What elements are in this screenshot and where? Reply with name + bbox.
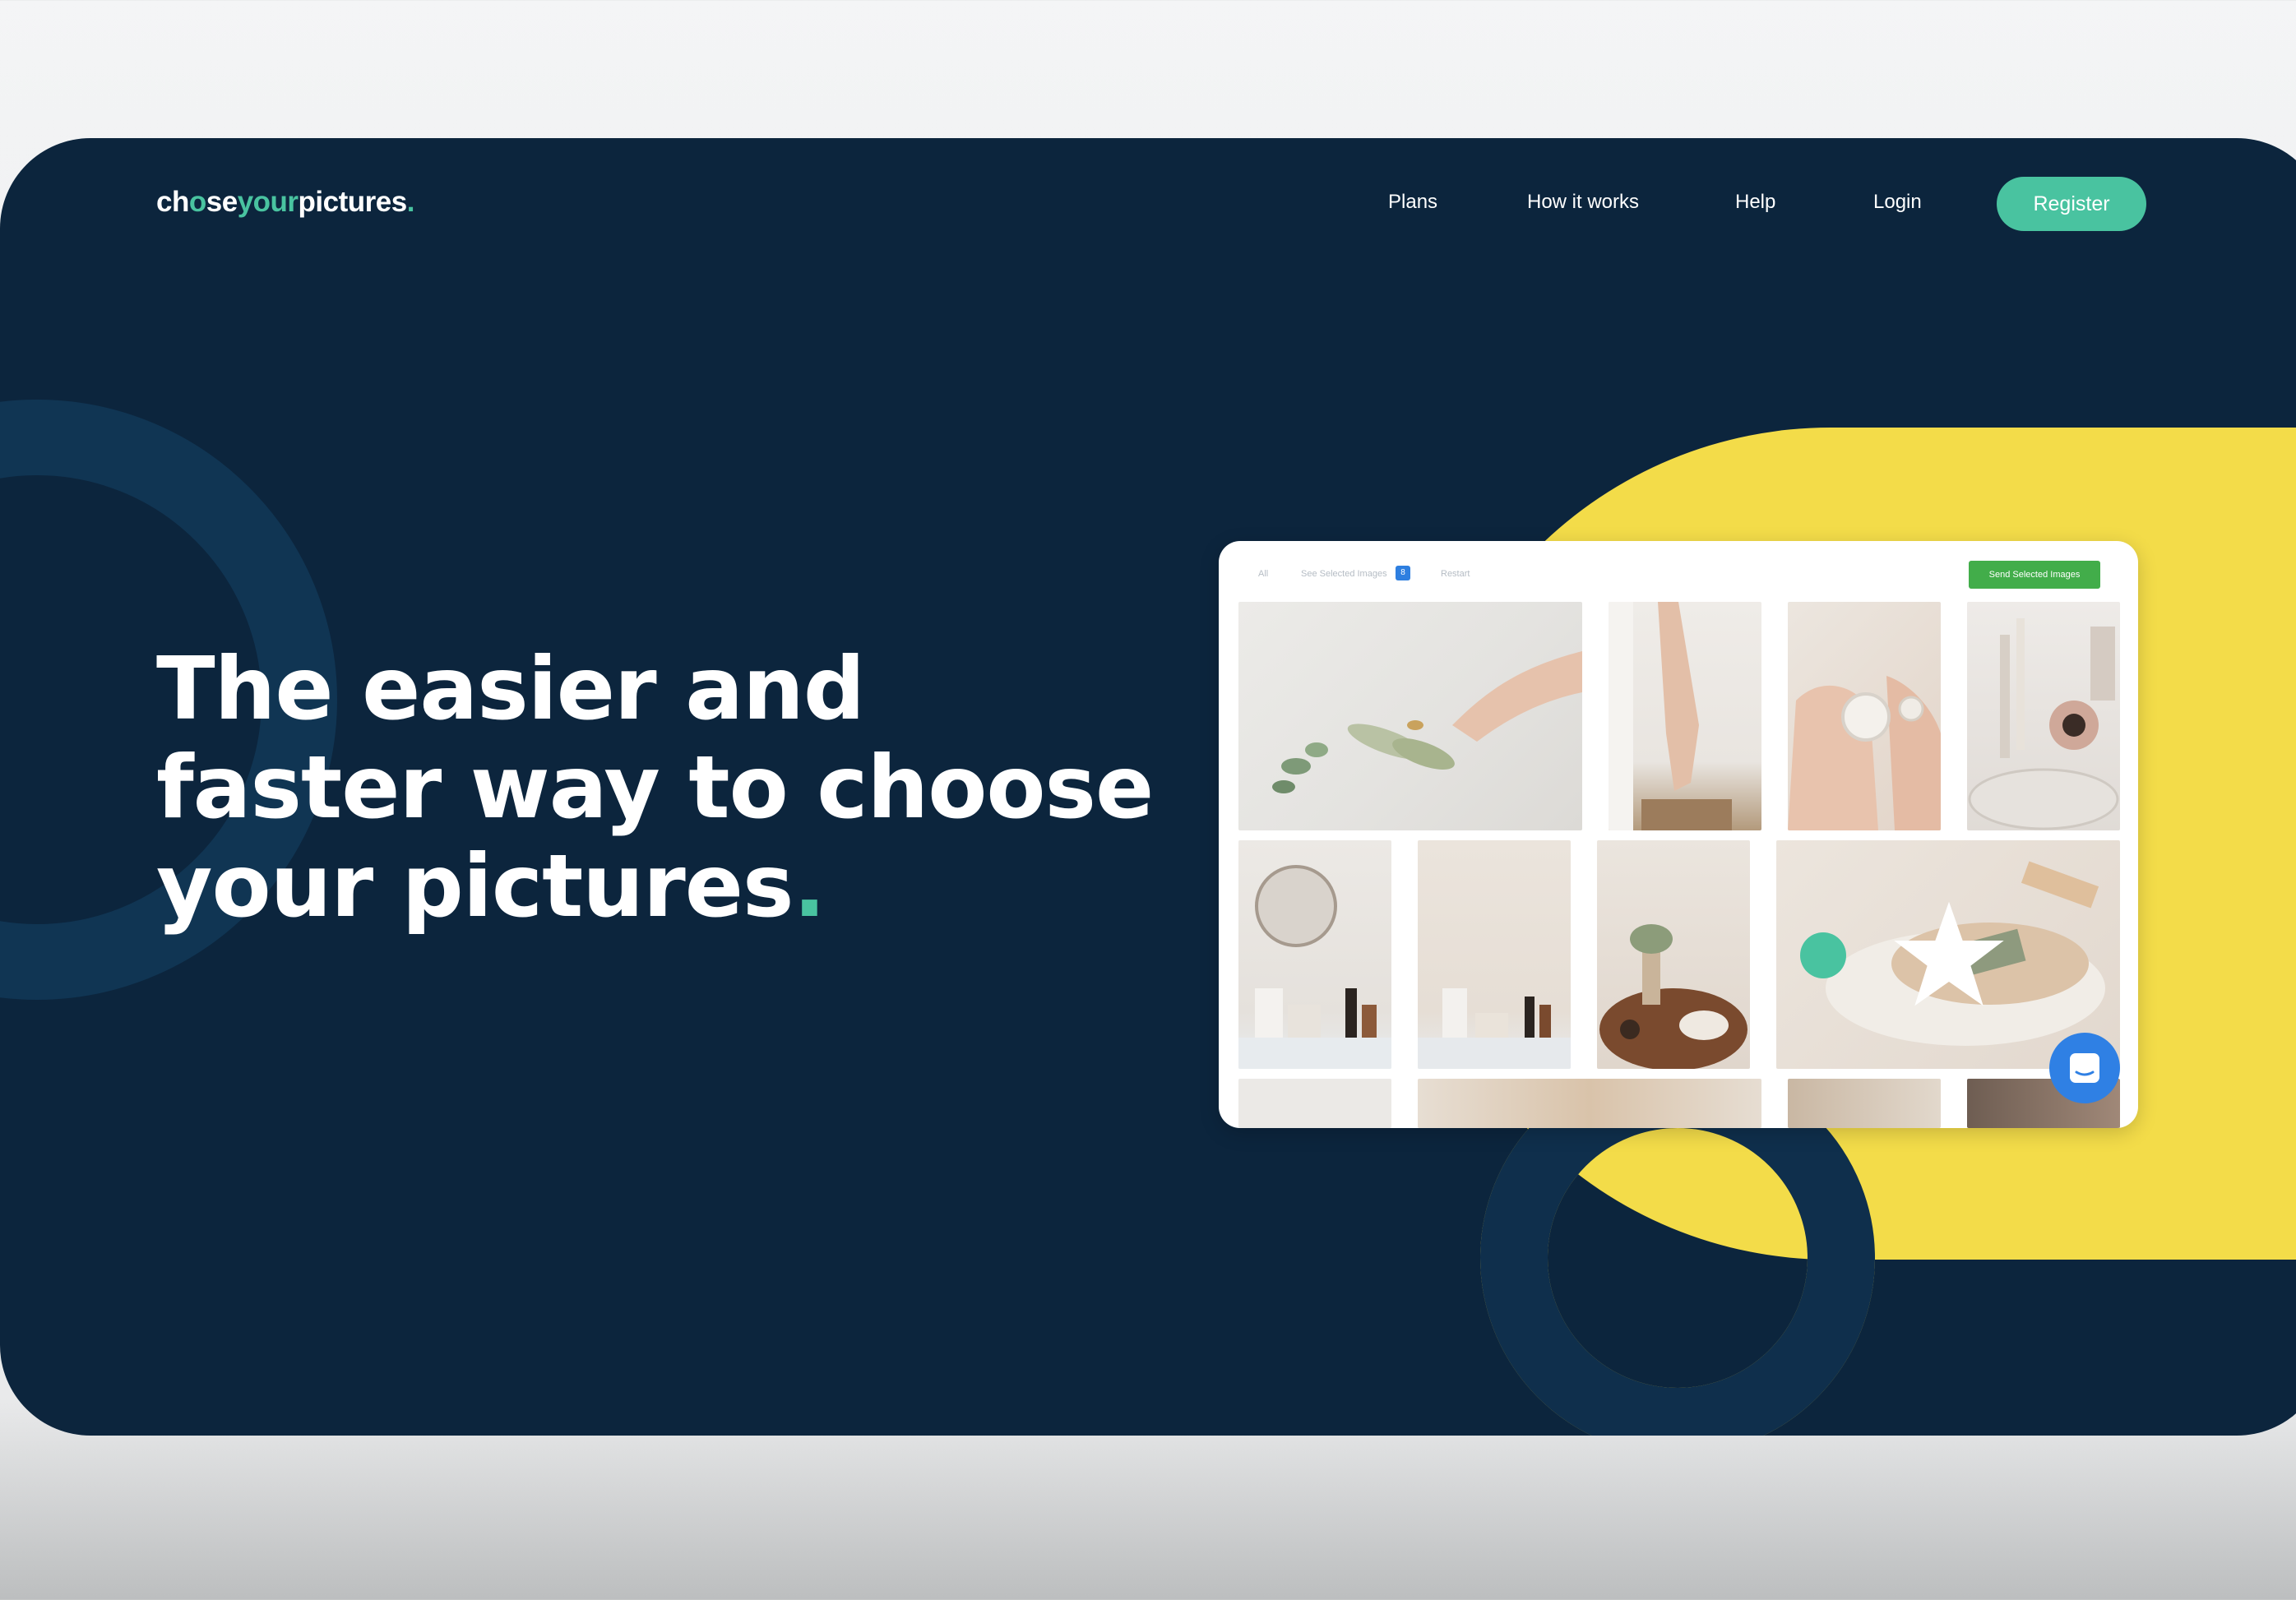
headline-line-2: faster way to choose [156,738,1154,838]
photo-thumbnail[interactable] [1418,1079,1761,1128]
photo-thumbnail[interactable] [1238,602,1582,830]
star-icon[interactable] [1891,899,2007,1008]
photo-thumbnail[interactable] [1238,1079,1391,1128]
app-preview-mockup: All See Selected Images 8 Restart Send S… [1219,541,2138,1128]
photo-thumbnail[interactable] [1788,1079,1941,1128]
photo-thumbnail[interactable] [1967,602,2120,830]
logo-text-o: o [188,186,206,218]
tab-restart[interactable]: Restart [1441,569,1470,579]
logo-dot: . [406,186,415,218]
nav-plans[interactable]: Plans [1388,191,1437,214]
headline-line-1: The easier and [156,639,865,739]
tab-see-selected[interactable]: See Selected Images [1301,569,1387,579]
photo-thumbnail[interactable] [1418,840,1571,1069]
logo[interactable]: choseyourpictures. [156,186,414,219]
logo-text-se: se [206,186,238,218]
tab-all[interactable]: All [1258,569,1268,579]
headline-line-3: your pictures [156,836,794,936]
chat-button[interactable] [2049,1033,2120,1103]
selected-count-badge: 8 [1396,566,1410,580]
logo-text-pictures: pictures [298,186,408,218]
hero-headline: The easier and faster way to choose your p… [156,639,1154,936]
send-selected-button[interactable]: Send Selected Images [1969,561,2100,589]
photo-thumbnail[interactable] [1238,840,1391,1069]
photo-thumbnail[interactable] [1609,602,1761,830]
nav-help[interactable]: Help [1735,191,1775,214]
photo-thumbnail[interactable] [1788,602,1941,830]
register-button[interactable]: Register [1997,177,2146,231]
nav-how-it-works[interactable]: How it works [1527,191,1639,214]
photo-thumbnail[interactable] [1597,840,1750,1069]
selection-dot [1800,932,1846,978]
chat-icon [2070,1053,2099,1083]
logo-text-ch: ch [156,186,189,218]
nav-login[interactable]: Login [1873,191,1922,214]
headline-dot: . [793,836,826,936]
logo-text-your: your [237,186,299,218]
